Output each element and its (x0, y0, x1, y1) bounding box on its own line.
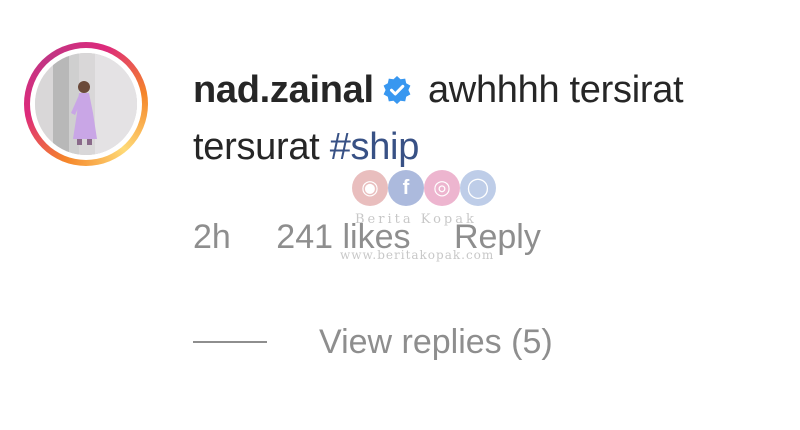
avatar[interactable] (24, 42, 148, 166)
username-link[interactable]: nad.zainal (193, 69, 374, 111)
profile-photo-icon (35, 53, 137, 155)
divider-line (193, 341, 267, 344)
reply-button[interactable]: Reply (454, 213, 541, 261)
verified-badge-icon (382, 65, 412, 104)
comment-text: nad.zainal awhhhh tersirat tersurat #shi… (193, 62, 783, 176)
view-replies-label: View replies (5) (319, 323, 553, 361)
comment-item: nad.zainal awhhhh tersirat tersurat #shi… (0, 0, 800, 430)
timestamp: 2h (193, 218, 231, 256)
avatar-border (30, 48, 142, 160)
hashtag-link[interactable]: #ship (330, 126, 420, 168)
view-replies-button[interactable]: View replies (5) (193, 318, 553, 366)
comment-meta: 2h 241 likes Reply (193, 213, 541, 261)
likes-count-button[interactable]: 241 likes (276, 213, 410, 261)
